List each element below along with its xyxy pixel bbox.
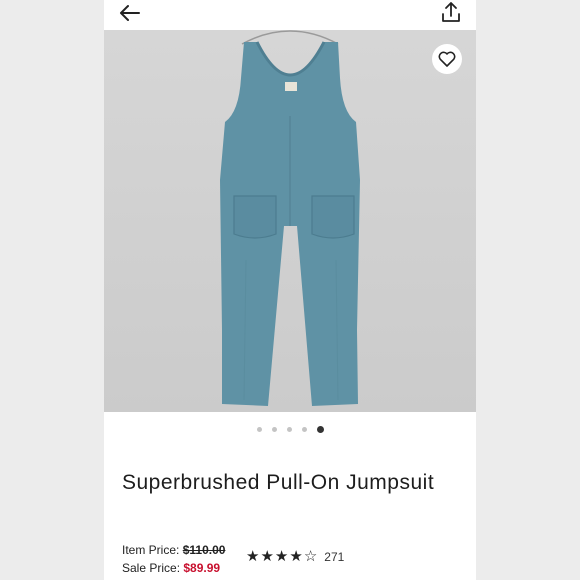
rating[interactable]: ★ ★ ★ ★ ☆ 271 (246, 549, 344, 564)
star-filled-icon: ★ (274, 548, 289, 565)
item-price-label: Item Price: (122, 543, 180, 557)
carousel-dot[interactable] (301, 426, 307, 432)
share-icon (442, 2, 460, 22)
star-filled-icon: ★ (289, 548, 303, 565)
back-arrow-icon (120, 5, 140, 21)
star-empty-icon: ☆ (303, 548, 318, 565)
sale-price-value: $89.99 (183, 561, 221, 575)
price-block: Item Price: $110.00 Sale Price: $89.99 (122, 541, 225, 577)
top-bar (104, 0, 476, 30)
product-title: Superbrushed Pull-On Jumpsuit (122, 471, 435, 494)
carousel-dot[interactable] (286, 426, 292, 432)
carousel-dot-active[interactable] (316, 425, 324, 433)
carousel-dots (104, 424, 476, 434)
carousel-dot[interactable] (271, 426, 277, 432)
sale-price-row: Sale Price: $89.99 (122, 559, 225, 577)
item-price-value: $110.00 (182, 543, 226, 557)
star-filled-icon: ★ (246, 548, 260, 565)
product-image[interactable] (104, 30, 476, 412)
favorite-button[interactable] (432, 44, 462, 74)
item-price-row: Item Price: $110.00 (122, 541, 225, 559)
jumpsuit-image (220, 30, 360, 406)
back-button[interactable] (118, 2, 142, 24)
review-count[interactable]: 271 (324, 550, 344, 564)
heart-icon (438, 51, 456, 67)
product-page: Superbrushed Pull-On Jumpsuit Item Price… (104, 0, 476, 580)
carousel-dot[interactable] (256, 426, 262, 432)
sale-price-label: Sale Price: (122, 561, 181, 575)
star-filled-icon: ★ (260, 548, 274, 565)
share-button[interactable] (438, 0, 464, 24)
